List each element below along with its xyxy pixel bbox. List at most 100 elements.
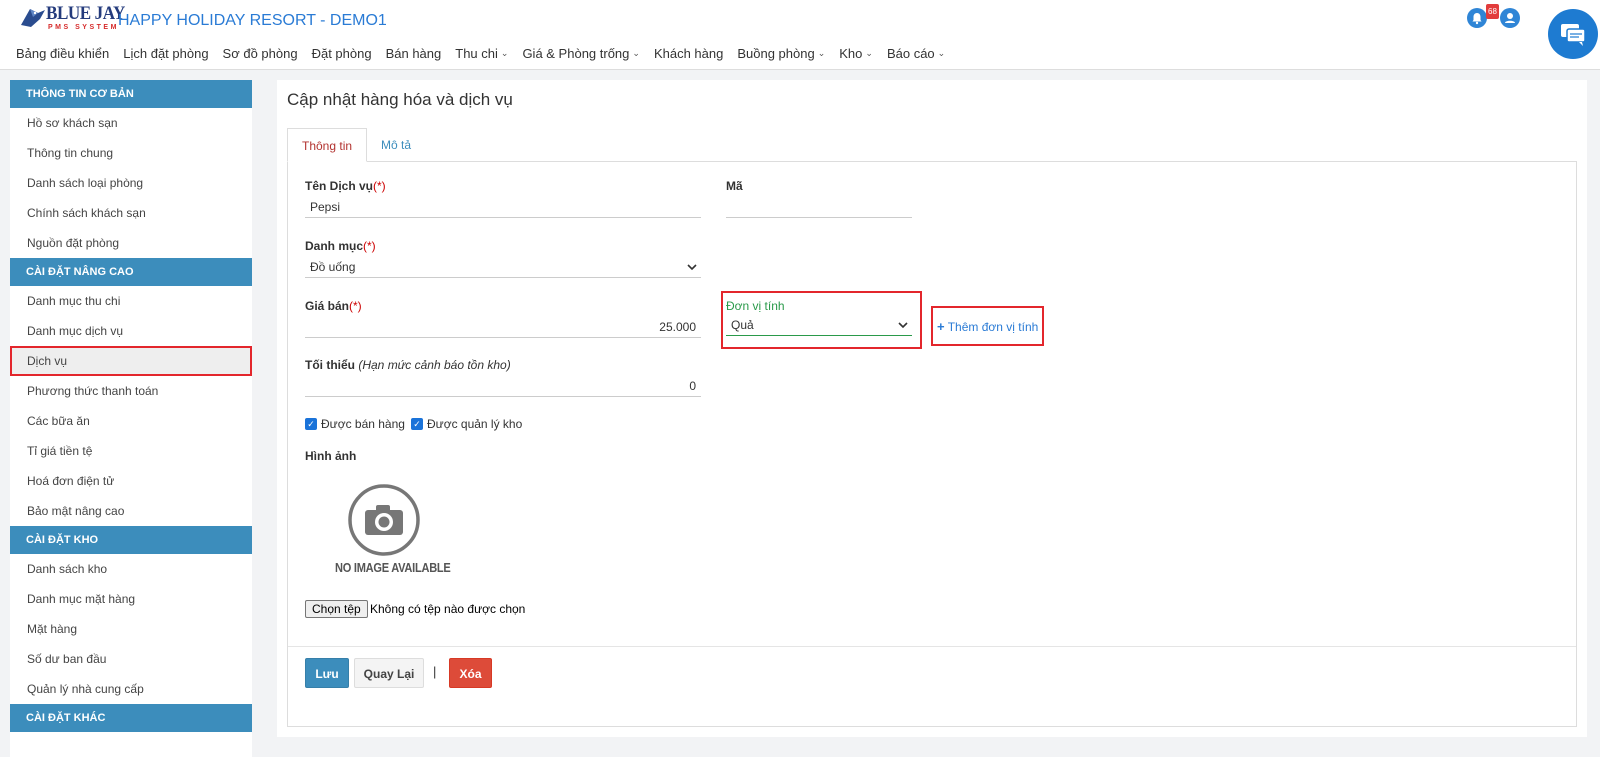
price-label: Giá bán(*) xyxy=(305,299,362,313)
nav-item-label: Sơ đồ phòng xyxy=(222,46,298,61)
price-input[interactable]: 25.000 xyxy=(305,316,701,338)
nav-item-1[interactable]: Lịch đặt phòng xyxy=(123,46,208,61)
min-stock-label: Tối thiểu (Hạn mức cảnh báo tồn kho) xyxy=(305,358,511,372)
tab-description[interactable]: Mô tả xyxy=(367,128,425,162)
chevron-down-icon xyxy=(687,256,697,287)
chat-bubble-icon[interactable] xyxy=(1548,9,1598,59)
page-title: Cập nhật hàng hóa và dịch vụ xyxy=(287,90,513,109)
nav-item-0[interactable]: Bảng điều khiển xyxy=(16,46,109,61)
chevron-down-icon: ⌄ xyxy=(865,48,873,58)
category-selected-value: Đồ uống xyxy=(310,260,356,274)
unit-selected-value: Quả xyxy=(731,318,754,332)
sidebar-item[interactable]: Số dư ban đầu xyxy=(10,644,252,674)
add-unit-link[interactable]: + Thêm đơn vị tính xyxy=(937,319,1038,334)
chevron-down-icon: ⌄ xyxy=(500,48,509,58)
sidebar-item[interactable]: Chính sách khách sạn xyxy=(10,198,252,228)
service-name-input[interactable]: Pepsi xyxy=(305,196,701,218)
nav-item-6[interactable]: Giá & Phòng trống ⌄ xyxy=(522,46,640,61)
nav-item-label: Thu chi xyxy=(455,46,498,61)
main-panel: Cập nhật hàng hóa và dịch vụ Thông tin M… xyxy=(277,80,1587,737)
notification-bell-icon[interactable] xyxy=(1467,8,1487,28)
sidebar-item[interactable]: Thông tin chung xyxy=(10,138,252,168)
code-label: Mã xyxy=(726,179,743,193)
min-stock-input[interactable]: 0 xyxy=(305,375,701,397)
nav-item-label: Báo cáo xyxy=(886,46,935,61)
sidebar-item[interactable]: Danh mục mặt hàng xyxy=(10,584,252,614)
nav-item-label: Khách hàng xyxy=(653,46,724,61)
nav-item-5[interactable]: Thu chi ⌄ xyxy=(455,46,508,61)
stock-managed-label: Được quản lý kho xyxy=(427,417,523,431)
category-select[interactable]: Đồ uống xyxy=(305,256,701,278)
sidebar-section-header: THÔNG TIN CƠ BẢN xyxy=(10,80,252,108)
save-button[interactable]: Lưu xyxy=(305,658,349,688)
form-tabs: Thông tin Mô tả xyxy=(287,128,425,162)
add-unit-label: Thêm đơn vị tính xyxy=(947,320,1039,334)
settings-sidebar: THÔNG TIN CƠ BẢN Hồ sơ khách sạn Thông tin… xyxy=(10,80,252,757)
nav-item-label: Kho xyxy=(839,46,863,61)
chevron-down-icon: ⌄ xyxy=(937,48,946,58)
sidebar-item[interactable]: Hồ sơ khách sạn xyxy=(10,108,252,138)
nav-item-10[interactable]: Báo cáo ⌄ xyxy=(887,46,945,61)
sidebar-item[interactable]: Danh mục dịch vụ xyxy=(10,316,252,346)
tab-info[interactable]: Thông tin xyxy=(287,128,368,162)
logo-text: BLUE JAY xyxy=(46,3,125,24)
sidebar-item[interactable]: Mặt hàng xyxy=(10,614,252,644)
bird-icon xyxy=(21,9,45,27)
stock-managed-checkbox[interactable]: ✓ Được quản lý kho xyxy=(411,417,522,431)
checkmark-icon: ✓ xyxy=(305,418,317,430)
sidebar-section-header: CÀI ĐẶT KHÁC xyxy=(10,704,252,732)
delete-button[interactable]: Xóa xyxy=(449,658,492,688)
plus-icon: + xyxy=(937,319,945,334)
chevron-down-icon: ⌄ xyxy=(817,48,826,58)
choose-file-button[interactable]: Chọn tệp xyxy=(305,600,368,618)
sidebar-item[interactable]: Danh mục thu chi xyxy=(10,286,252,316)
sidebar-item[interactable]: Nguồn đặt phòng xyxy=(10,228,252,258)
nav-item-label: Bán hàng xyxy=(385,46,442,61)
sidebar-item[interactable]: Tỉ giá tiền tệ xyxy=(10,436,252,466)
nav-item-4[interactable]: Bán hàng xyxy=(386,46,442,61)
nav-item-label: Lịch đặt phòng xyxy=(123,46,209,61)
nav-item-9[interactable]: Kho ⌄ xyxy=(839,46,873,61)
sidebar-item[interactable]: Quản lý nhà cung cấp xyxy=(10,674,252,704)
button-separator: | xyxy=(433,664,437,679)
sidebar-item[interactable]: Danh sách loại phòng xyxy=(10,168,252,198)
sidebar-item[interactable]: Dịch vụ xyxy=(10,346,252,376)
file-status-text: Không có tệp nào được chọn xyxy=(370,602,526,616)
code-input[interactable] xyxy=(726,196,912,218)
unit-select[interactable]: Quả xyxy=(726,314,912,336)
nav-item-label: Buồng phòng xyxy=(737,46,815,61)
service-name-label: Tên Dịch vụ(*) xyxy=(305,179,386,193)
image-label: Hình ảnh xyxy=(305,449,357,463)
sidebar-item[interactable]: Phương thức thanh toán xyxy=(10,376,252,406)
sidebar-section-header: CÀI ĐẶT KHO xyxy=(10,526,252,554)
unit-label: Đơn vị tính xyxy=(726,299,785,313)
can-sell-checkbox[interactable]: ✓ Được bán hàng xyxy=(305,417,405,431)
nav-item-3[interactable]: Đặt phòng xyxy=(312,46,372,61)
chevron-down-icon: ⌄ xyxy=(632,48,640,58)
sidebar-item[interactable]: Các bữa ăn xyxy=(10,406,252,436)
sidebar-item[interactable]: Bảo mật nâng cao xyxy=(10,496,252,526)
no-image-text: NO IMAGE AVAILABLE xyxy=(335,560,451,575)
form-footer-divider xyxy=(288,646,1576,647)
blue-jay-logo[interactable]: BLUE JAY PMS SYSTEM xyxy=(18,3,125,35)
nav-item-7[interactable]: Khách hàng xyxy=(654,46,723,61)
nav-item-2[interactable]: Sơ đồ phòng xyxy=(223,46,298,61)
can-sell-label: Được bán hàng xyxy=(321,417,405,431)
user-avatar-icon[interactable] xyxy=(1500,8,1520,28)
checkmark-icon: ✓ xyxy=(411,418,423,430)
service-form: Tên Dịch vụ(*) Pepsi Mã Danh mục(*) Đồ u… xyxy=(287,161,1577,727)
notification-count-badge: 68 xyxy=(1486,4,1499,19)
sidebar-item[interactable]: Danh sách kho xyxy=(10,554,252,584)
main-nav: Bảng điều khiển Lịch đặt phòng Sơ đồ phòng… xyxy=(16,46,959,61)
chevron-down-icon xyxy=(898,314,908,345)
sidebar-item[interactable]: Hoá đơn điện tử xyxy=(10,466,252,496)
nav-item-label: Giá & Phòng trống xyxy=(522,46,630,61)
back-button[interactable]: Quay Lại xyxy=(354,658,424,688)
nav-item-label: Đặt phòng xyxy=(311,46,372,61)
nav-item-8[interactable]: Buồng phòng ⌄ xyxy=(737,46,825,61)
logo-subtext: PMS SYSTEM xyxy=(48,24,119,31)
top-header: BLUE JAY PMS SYSTEM HAPPY HOLIDAY RESORT… xyxy=(0,0,1600,70)
app-title: HAPPY HOLIDAY RESORT - DEMO1 xyxy=(118,12,387,29)
category-label: Danh mục(*) xyxy=(305,239,376,253)
sidebar-section-header: CÀI ĐẶT NÂNG CAO xyxy=(10,258,252,286)
